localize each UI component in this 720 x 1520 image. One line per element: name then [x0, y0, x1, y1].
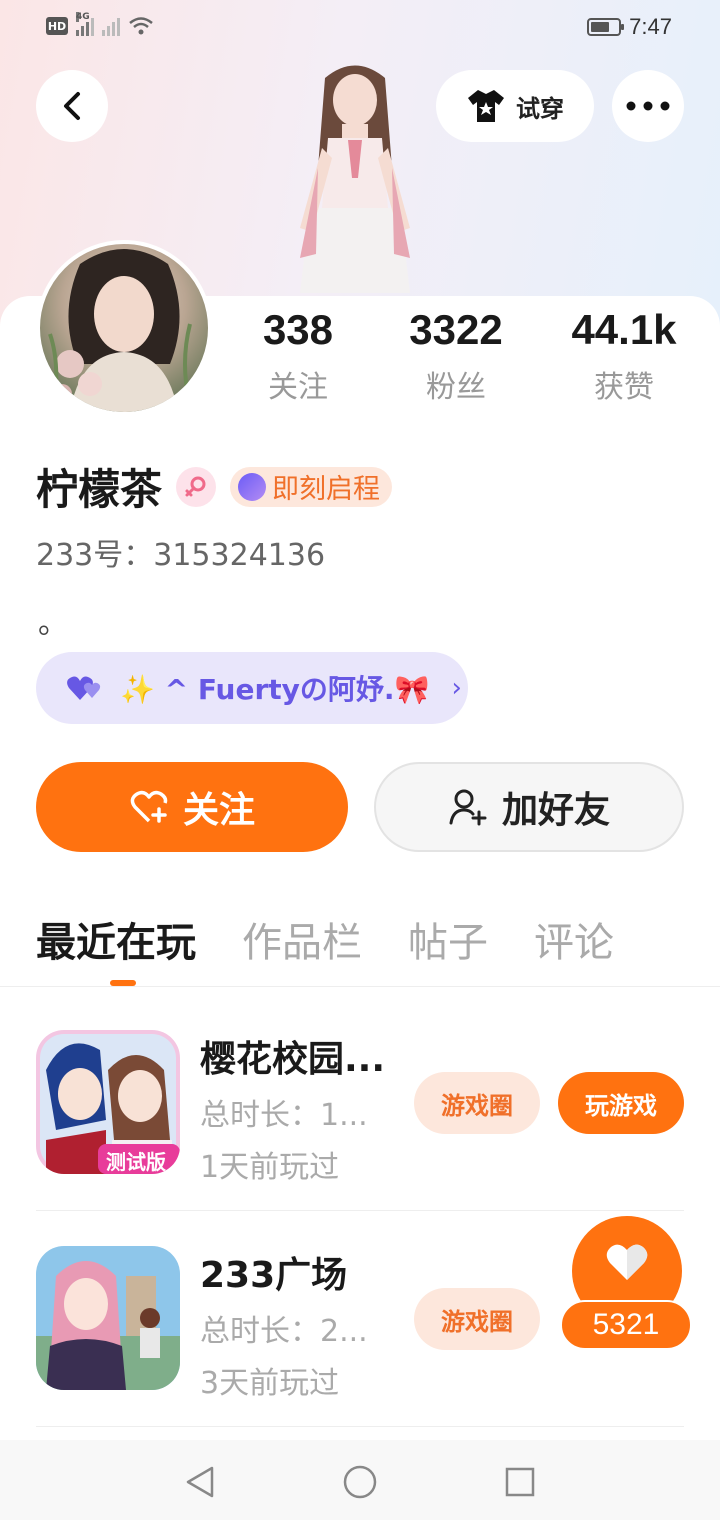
game-title: 233广场: [200, 1255, 348, 1296]
stat-following[interactable]: 338 关注: [218, 306, 378, 406]
following-label: 关注: [268, 370, 328, 405]
level-icon: [238, 472, 267, 501]
status-bar: HD 4G 7:47: [0, 0, 720, 56]
user-id: 233号：315324136: [36, 538, 326, 573]
signal-icon: 4G: [76, 12, 94, 36]
game-circle-button[interactable]: 游戏圈: [414, 1288, 540, 1350]
following-count: 338: [262, 306, 334, 353]
add-friend-button[interactable]: 加好友: [374, 762, 684, 852]
heart-icon: [606, 1244, 648, 1280]
back-button[interactable]: [36, 70, 108, 142]
heart-plus-icon: [130, 790, 168, 823]
add-friend-label: 加好友: [501, 790, 610, 831]
level-badge[interactable]: 即刻启程: [230, 466, 393, 507]
avatar[interactable]: [36, 240, 212, 416]
followers-label: 粉丝: [426, 370, 486, 405]
like-floating-button[interactable]: 5321: [560, 1216, 692, 1350]
nav-recents-button[interactable]: [500, 1462, 540, 1502]
user-name: 柠檬茶: [36, 465, 163, 514]
more-button[interactable]: [612, 70, 684, 142]
family-label: ✨ ^ Fuertyの阿妤.🎀: [120, 673, 430, 706]
profile-tabs: 最近在玩 作品栏 帖子 评论: [36, 910, 614, 968]
try-on-label: 试穿: [516, 94, 564, 123]
game-last-played: 3天前玩过: [200, 1366, 340, 1401]
game-icon-233-plaza: [36, 1246, 180, 1390]
game-duration: 总时长：2...: [200, 1314, 368, 1349]
triangle-back-icon: [186, 1466, 214, 1498]
system-nav-bar: [0, 1440, 720, 1520]
nav-home-button[interactable]: [340, 1462, 380, 1502]
status-left: HD 4G: [46, 12, 154, 36]
more-dots-icon: [626, 101, 670, 111]
follow-button[interactable]: 关注: [36, 762, 348, 852]
battery-icon: [587, 18, 625, 36]
stat-likes[interactable]: 44.1k 获赞: [544, 306, 704, 406]
game-list-item[interactable]: 测试版 樱花校园... 总时长：1... 1天前玩过 游戏圈 玩游戏: [36, 1020, 684, 1210]
play-game-button[interactable]: 玩游戏: [558, 1072, 684, 1134]
network-type: 4G: [76, 12, 90, 22]
likes-count: 44.1k: [571, 306, 677, 353]
tab-comments[interactable]: 评论: [534, 910, 614, 968]
tab-works[interactable]: 作品栏: [242, 910, 362, 968]
stat-followers[interactable]: 3322 粉丝: [376, 306, 536, 406]
back-arrow-icon: [64, 92, 80, 120]
game-circle-button[interactable]: 游戏圈: [414, 1072, 540, 1134]
female-icon: [176, 466, 217, 507]
game-last-played: 1天前玩过: [200, 1150, 340, 1185]
avatar-photo: [48, 249, 192, 412]
likes-label: 获赞: [594, 370, 654, 405]
game-title: 樱花校园...: [200, 1039, 386, 1080]
tab-posts[interactable]: 帖子: [408, 910, 488, 968]
row-divider: [36, 1426, 684, 1427]
wifi-icon: [129, 17, 153, 35]
tab-recent-games[interactable]: 最近在玩: [36, 910, 196, 968]
add-user-icon: [449, 789, 487, 826]
tabs-divider: [0, 986, 720, 987]
test-version-badge: 测试版: [106, 1150, 166, 1174]
tshirt-icon: [468, 90, 504, 122]
avatar-character-figure: [300, 65, 410, 293]
double-heart-icon: [67, 676, 101, 700]
game-icon-sakura: 测试版: [36, 1030, 180, 1174]
like-count: 5321: [560, 1300, 692, 1350]
chevron-right-icon: ›: [451, 673, 462, 703]
family-entry[interactable]: ✨ ^ Fuertyの阿妤.🎀 ›: [36, 652, 468, 724]
hd-icon: HD: [46, 17, 68, 35]
clock: 7:47: [629, 14, 672, 39]
signal-icon-2: [102, 16, 120, 36]
circle-home-icon: [343, 1465, 377, 1499]
nav-back-button[interactable]: [180, 1462, 220, 1502]
level-badge-label: 即刻启程: [272, 474, 381, 505]
name-row: 柠檬茶 即刻启程: [36, 456, 393, 517]
game-duration: 总时长：1...: [200, 1098, 368, 1133]
square-recents-icon: [505, 1467, 535, 1497]
try-on-button[interactable]: 试穿: [436, 70, 594, 142]
status-right: 7:47: [587, 14, 672, 40]
follow-label: 关注: [182, 790, 255, 831]
user-bio: 。: [38, 606, 68, 641]
row-divider: [36, 1210, 684, 1211]
followers-count: 3322: [409, 306, 503, 353]
